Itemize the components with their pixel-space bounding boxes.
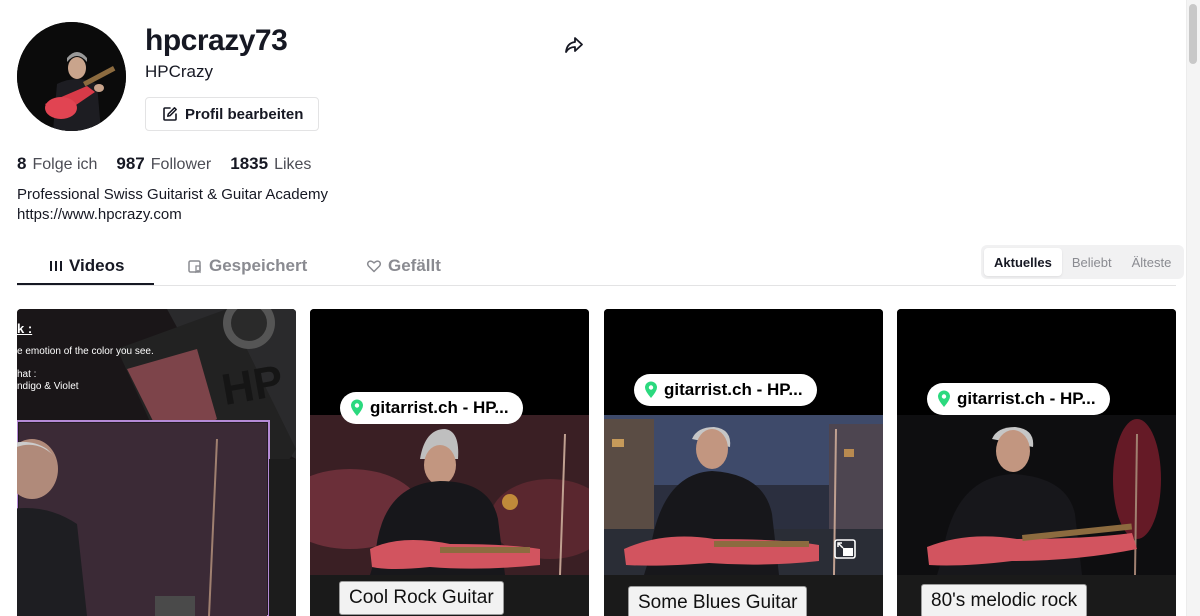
share-icon	[565, 37, 583, 53]
location-text: gitarrist.ch - HP...	[370, 398, 509, 417]
location-pin-icon	[351, 399, 363, 416]
likes-count: 1835	[230, 154, 269, 173]
location-pill: gitarrist.ch - HP...	[634, 374, 817, 406]
edit-profile-label: Profil bearbeiten	[185, 105, 304, 123]
edit-icon	[163, 107, 177, 121]
stat-following[interactable]: 8 Folge ich	[17, 154, 97, 174]
video-caption: 80's melodic rock	[921, 584, 1088, 616]
profile-stats: 8 Folge ich 987 Follower 1835 Likes	[17, 154, 330, 174]
tab-videos-label: Videos	[69, 256, 125, 275]
grid-icon	[50, 261, 62, 271]
video-thumbnail	[897, 309, 1176, 616]
active-tab-underline	[17, 283, 154, 285]
edit-profile-button[interactable]: Profil bearbeiten	[145, 97, 319, 131]
video-card[interactable]: k : e emotion of the color you see. hat …	[17, 309, 296, 616]
video-card[interactable]: gitarrist.ch - HP... 80's melodic rock	[897, 309, 1176, 616]
overlay-line: ndigo & Violet	[17, 381, 79, 392]
stat-likes: 1835 Likes	[230, 154, 311, 174]
location-pin-icon	[645, 381, 657, 398]
tab-saved-label: Gespeichert	[209, 256, 308, 275]
video-card[interactable]: gitarrist.ch - HP... Cool Rock Guitar	[310, 309, 589, 616]
video-thumbnail	[310, 309, 589, 616]
bio-link[interactable]: https://www.hpcrazy.com	[17, 205, 328, 225]
profile-bio: Professional Swiss Guitarist & Guitar Ac…	[17, 185, 328, 225]
sort-control: Aktuelles Beliebt Älteste	[981, 245, 1185, 279]
avatar-photo	[17, 22, 126, 131]
location-text: gitarrist.ch - HP...	[664, 380, 803, 399]
overlay-line: e emotion of the color you see.	[17, 346, 154, 357]
video-caption: Cool Rock Guitar	[339, 581, 504, 615]
bookmark-icon	[188, 260, 201, 274]
profile-nickname: HPCrazy	[145, 62, 214, 81]
location-pin-icon	[938, 390, 950, 407]
location-pill: gitarrist.ch - HP...	[927, 383, 1110, 415]
page-scrollbar[interactable]	[1186, 0, 1200, 616]
tab-liked-label: Gefällt	[388, 256, 441, 275]
avatar[interactable]	[17, 22, 126, 131]
sort-popular[interactable]: Beliebt	[1062, 248, 1122, 276]
followers-count: 987	[116, 154, 145, 173]
watermark-text: HP	[218, 356, 287, 415]
followers-label: Follower	[150, 156, 212, 173]
tab-liked[interactable]: Gefällt	[366, 246, 441, 286]
stat-followers[interactable]: 987 Follower	[116, 154, 211, 174]
heart-icon	[366, 260, 382, 273]
following-label: Folge ich	[32, 156, 98, 173]
scrollbar-thumb[interactable]	[1189, 4, 1197, 64]
location-pill: gitarrist.ch - HP...	[340, 392, 523, 424]
location-text: gitarrist.ch - HP...	[957, 389, 1096, 408]
video-caption: Some Blues Guitar	[628, 586, 808, 616]
picture-in-picture-icon[interactable]	[834, 539, 856, 559]
profile-username: hpcrazy73	[145, 24, 288, 57]
sort-latest[interactable]: Aktuelles	[984, 248, 1062, 276]
video-thumbnail	[604, 309, 883, 616]
tab-videos[interactable]: Videos	[49, 246, 124, 286]
following-count: 8	[17, 154, 27, 173]
overlay-line: k :	[17, 321, 33, 336]
sort-oldest[interactable]: Älteste	[1122, 248, 1182, 276]
overlay-line: hat :	[17, 369, 37, 380]
tab-saved[interactable]: Gespeichert	[187, 246, 307, 286]
share-button[interactable]	[562, 33, 586, 57]
video-card[interactable]: gitarrist.ch - HP... Some Blues Guitar	[604, 309, 883, 616]
bio-text: Professional Swiss Guitarist & Guitar Ac…	[17, 186, 328, 203]
likes-label: Likes	[274, 156, 312, 173]
